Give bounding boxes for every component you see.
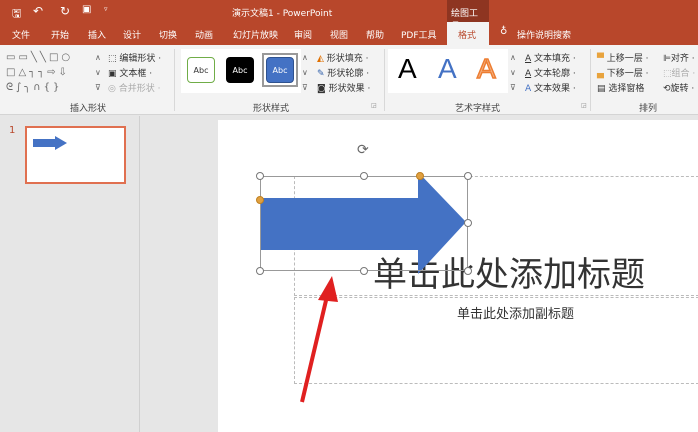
redo-icon[interactable]: ↻ bbox=[60, 4, 70, 18]
resize-handle[interactable] bbox=[360, 267, 368, 275]
wordart-style-1[interactable]: A bbox=[398, 53, 417, 85]
shape-effects-button[interactable]: ◙ 形状效果 · bbox=[317, 81, 370, 94]
merge-shapes-label: 合并形状 · bbox=[118, 84, 161, 94]
shape-outline-label: 形状轮廓 · bbox=[327, 69, 370, 79]
resize-handle[interactable] bbox=[360, 172, 368, 180]
resize-handle[interactable] bbox=[464, 267, 472, 275]
selection-pane-button[interactable]: ▤ 选择窗格 bbox=[597, 81, 644, 94]
shapes-gallery[interactable]: ▭▭╲╲□○ □△┐┐⇨⇩ ᘓ∫╮∩{} bbox=[6, 50, 94, 94]
text-box-label: 文本框 · bbox=[119, 69, 153, 79]
resize-handle[interactable] bbox=[256, 172, 264, 180]
thumbnail-arrow-shape bbox=[33, 136, 67, 150]
divider bbox=[174, 49, 175, 111]
tab-insert[interactable]: 插入 bbox=[88, 28, 106, 41]
dialog-launcher-icon[interactable]: ◲ bbox=[371, 102, 377, 109]
tab-view[interactable]: 视图 bbox=[330, 28, 348, 41]
shape-outline-button[interactable]: ✎ 形状轮廓 · bbox=[317, 66, 369, 79]
resize-handle[interactable] bbox=[464, 219, 472, 227]
ribbon: ▭▭╲╲□○ □△┐┐⇨⇩ ᘓ∫╮∩{} ∧ ∨ ⊽ ⬚ 编辑形状 · ▣ 文本框 · … bbox=[0, 45, 698, 115]
undo-icon[interactable]: ↶ bbox=[33, 4, 43, 18]
save-icon[interactable]: 🖫 bbox=[12, 5, 21, 24]
annotation-red-arrow bbox=[300, 276, 338, 403]
group-label-shape-styles: 形状样式 bbox=[253, 104, 290, 114]
resize-handle[interactable] bbox=[464, 172, 472, 180]
subtitle-placeholder-text: 单击此处添加副标题 bbox=[457, 307, 575, 322]
group-label-arrange: 排列 bbox=[639, 104, 658, 114]
resize-handle[interactable] bbox=[256, 267, 264, 275]
tab-review[interactable]: 审阅 bbox=[294, 28, 312, 41]
shape-fill-label: 形状填充 · bbox=[326, 54, 369, 64]
shape-effects-label: 形状效果 · bbox=[328, 84, 371, 94]
tab-format[interactable]: 格式 bbox=[458, 28, 476, 41]
styles-scroll[interactable]: ∧ ∨ ⊽ bbox=[302, 50, 308, 95]
drawing-tools-label: 绘图工具 bbox=[447, 0, 489, 32]
title-bar: 🖫 ↶ ↻ ▣ ▿ 演示文稿1 - PowerPoint 绘图工具 文件 开始 … bbox=[0, 0, 698, 45]
shape-style-3[interactable]: Abc bbox=[266, 57, 294, 83]
rotate-button[interactable]: ⟲旋转 · bbox=[663, 81, 694, 94]
text-fill-button[interactable]: A 文本填充 · bbox=[525, 51, 576, 64]
rotate-handle-icon[interactable]: ⟳ bbox=[357, 142, 369, 158]
text-fill-label: 文本填充 · bbox=[534, 54, 576, 64]
bring-forward-button[interactable]: ▀ 上移一层 · bbox=[597, 51, 649, 64]
send-backward-button[interactable]: ▄ 下移一层 · bbox=[597, 66, 649, 79]
slide-thumbnail[interactable] bbox=[25, 126, 126, 184]
text-outline-label: 文本轮廓 · bbox=[534, 69, 576, 79]
shapes-scroll[interactable]: ∧ ∨ ⊽ bbox=[95, 50, 101, 95]
divider bbox=[384, 49, 385, 111]
window-title: 演示文稿1 - PowerPoint bbox=[232, 9, 333, 19]
edit-shape-button[interactable]: ⬚ 编辑形状 · bbox=[108, 51, 161, 64]
send-backward-label: 下移一层 · bbox=[606, 69, 649, 79]
divider bbox=[590, 49, 591, 111]
tell-me-search[interactable]: 操作说明搜索 bbox=[517, 28, 571, 41]
wordart-style-2[interactable]: A bbox=[438, 53, 457, 85]
text-box-button[interactable]: ▣ 文本框 · bbox=[108, 66, 152, 79]
tab-file[interactable]: 文件 bbox=[12, 28, 30, 41]
tab-slideshow[interactable]: 幻灯片放映 bbox=[233, 28, 278, 41]
dialog-launcher-icon[interactable]: ◲ bbox=[581, 102, 587, 109]
tab-pdf-tools[interactable]: PDF工具 bbox=[401, 28, 437, 41]
group-label-wordart: 艺术字样式 bbox=[455, 104, 501, 114]
shape-fill-button[interactable]: ◭ 形状填充 · bbox=[317, 51, 369, 64]
tab-transitions[interactable]: 切换 bbox=[159, 28, 177, 41]
tab-design[interactable]: 设计 bbox=[123, 28, 141, 41]
presentation-icon[interactable]: ▣ bbox=[82, 4, 91, 15]
adjust-handle[interactable] bbox=[256, 196, 264, 204]
customize-dropdown-icon[interactable]: ▿ bbox=[104, 5, 108, 13]
selection-pane-label: 选择窗格 bbox=[608, 84, 645, 94]
text-outline-button[interactable]: A 文本轮廓 · bbox=[525, 66, 576, 79]
shape-style-2[interactable]: Abc bbox=[226, 57, 254, 83]
slides-pane: 1 bbox=[0, 116, 140, 432]
group-label: 组合 · bbox=[671, 69, 696, 79]
selection-box bbox=[260, 176, 468, 271]
text-effects-button[interactable]: A 文本效果 · bbox=[525, 81, 576, 94]
wordart-style-3[interactable]: A bbox=[476, 52, 496, 85]
merge-shapes-button[interactable]: ◎ 合并形状 · bbox=[108, 81, 160, 94]
align-label: 对齐 · bbox=[670, 54, 695, 64]
slide-number: 1 bbox=[9, 125, 16, 136]
adjust-handle[interactable] bbox=[416, 172, 424, 180]
tab-help[interactable]: 帮助 bbox=[366, 28, 384, 41]
shape-style-1[interactable]: Abc bbox=[187, 57, 215, 83]
edit-shape-label: 编辑形状 · bbox=[119, 54, 162, 64]
align-button[interactable]: ⊫对齐 · bbox=[663, 51, 695, 64]
wordart-scroll[interactable]: ∧ ∨ ⊽ bbox=[510, 50, 516, 95]
tab-home[interactable]: 开始 bbox=[51, 28, 69, 41]
group-button[interactable]: ⬚组合 · bbox=[663, 66, 695, 79]
bring-forward-label: 上移一层 · bbox=[606, 54, 649, 64]
lightbulb-icon: ♁ bbox=[500, 26, 508, 37]
group-label-insert-shapes: 插入形状 bbox=[70, 104, 107, 114]
rotate-label: 旋转 · bbox=[670, 84, 695, 94]
subtitle-placeholder[interactable]: 单击此处添加副标题 bbox=[294, 297, 698, 384]
text-effects-label: 文本效果 · bbox=[534, 84, 576, 94]
tab-animations[interactable]: 动画 bbox=[195, 28, 213, 41]
